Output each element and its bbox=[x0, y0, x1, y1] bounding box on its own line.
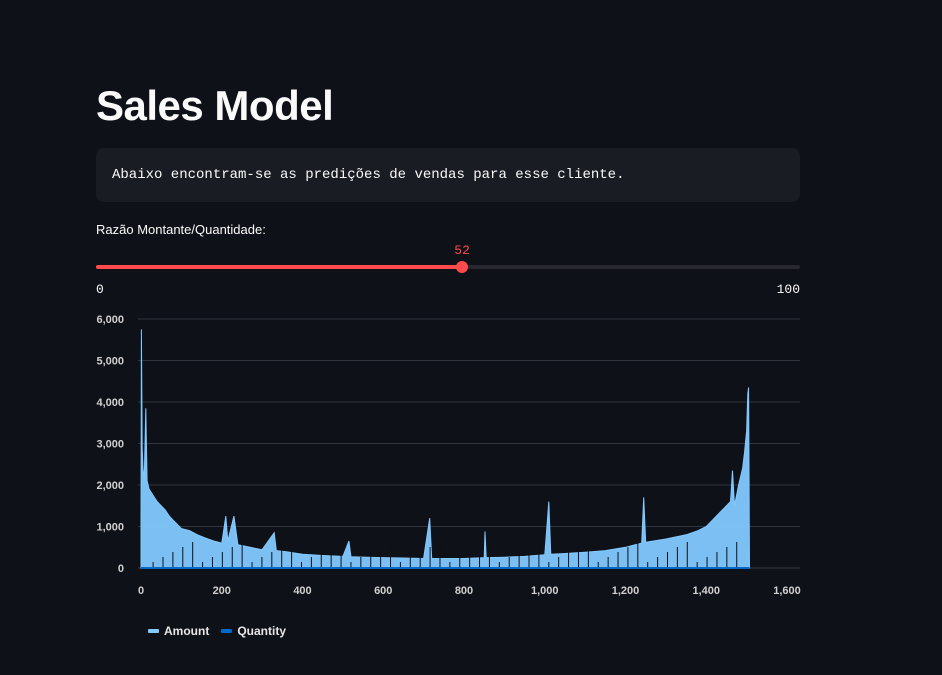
chart-legend[interactable]: Amount Quantity bbox=[148, 624, 286, 638]
legend-item-quantity[interactable]: Quantity bbox=[221, 624, 286, 638]
main-content: Sales Model Abaixo encontram-se as predi… bbox=[96, 0, 800, 675]
ratio-slider[interactable]: 52 0 100 bbox=[96, 240, 800, 304]
info-box: Abaixo encontram-se as predições de vend… bbox=[96, 148, 800, 202]
info-text: Abaixo encontram-se as predições de vend… bbox=[112, 167, 625, 183]
slider-label: Razão Montante/Quantidade: bbox=[96, 222, 266, 237]
legend-swatch-amount bbox=[148, 629, 159, 633]
legend-item-amount[interactable]: Amount bbox=[148, 624, 209, 638]
page-title: Sales Model bbox=[96, 82, 334, 129]
slider-max-label: 100 bbox=[776, 282, 800, 297]
slider-min-label: 0 bbox=[96, 282, 104, 297]
legend-label-amount: Amount bbox=[164, 624, 210, 638]
slider-thumb[interactable] bbox=[456, 261, 469, 273]
slider-fill bbox=[96, 265, 463, 269]
slider-track[interactable] bbox=[96, 265, 800, 269]
slider-value-label: 52 bbox=[454, 243, 470, 258]
legend-swatch-quantity bbox=[221, 629, 233, 633]
legend-label-quantity: Quantity bbox=[237, 624, 286, 638]
